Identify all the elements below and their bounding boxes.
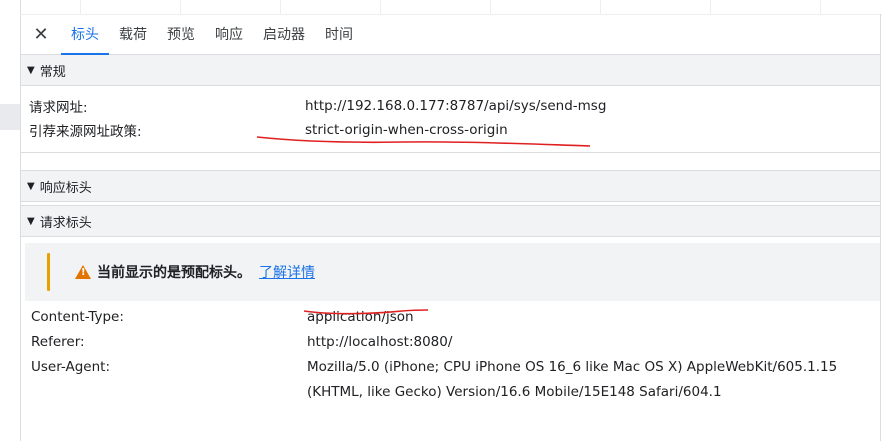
header-row: User-Agent: Mozilla/5.0 (iPhone; CPU iPh…	[21, 355, 880, 405]
user-agent-value[interactable]: Mozilla/5.0 (iPhone; CPU iPhone OS 16_6 …	[307, 355, 877, 405]
tab-response[interactable]: 响应	[205, 14, 253, 54]
content-type-value[interactable]: application/json	[307, 305, 877, 330]
header-row: Referer: http://localhost:8080/	[21, 330, 880, 355]
header-row: Content-Type: application/json	[21, 305, 880, 330]
referer-label: Referer:	[31, 334, 85, 350]
tab-initiator[interactable]: 启动器	[253, 14, 315, 54]
referer-value[interactable]: http://localhost:8080/	[307, 330, 877, 355]
request-list-strip[interactable]	[0, 0, 21, 441]
referrer-policy-label: 引荐来源网址政策:	[29, 124, 142, 140]
tab-bar: ✕ 标头 载荷 预览 响应 启动器 时间	[21, 14, 880, 55]
request-url-label: 请求网址:	[29, 100, 88, 116]
selected-request-highlight[interactable]	[0, 104, 20, 130]
tab-preview[interactable]: 预览	[157, 14, 205, 54]
devtools-network-detail: ✕ 标头 载荷 预览 响应 启动器 时间 ▼ 常规 请求网址: http://1…	[0, 0, 882, 441]
general-section: 请求网址: http://192.168.0.177:8787/api/sys/…	[21, 86, 880, 153]
response-headers-title: 响应标头	[39, 180, 92, 196]
kv-row: 请求网址: http://192.168.0.177:8787/api/sys/…	[21, 94, 880, 118]
tab-headers[interactable]: 标头	[61, 14, 109, 55]
request-headers-list: Content-Type: application/json Referer: …	[21, 301, 880, 405]
close-icon[interactable]: ✕	[21, 14, 61, 54]
referrer-policy-value[interactable]: strict-origin-when-cross-origin	[305, 122, 508, 138]
headers-panel: ✕ 标头 载荷 预览 响应 启动器 时间 ▼ 常规 请求网址: http://1…	[21, 14, 881, 441]
content-type-label: Content-Type:	[31, 309, 124, 325]
triangle-down-icon: ▼	[27, 180, 35, 192]
triangle-down-icon: ▼	[27, 64, 35, 76]
response-headers-section-header[interactable]: ▼ 响应标头	[21, 170, 880, 202]
kv-row: 引荐来源网址政策: strict-origin-when-cross-origi…	[21, 118, 880, 142]
general-section-header[interactable]: ▼ 常规	[21, 55, 880, 86]
timeline-ruler	[20, 0, 882, 15]
request-url-value[interactable]: http://192.168.0.177:8787/api/sys/send-m…	[305, 98, 606, 114]
general-title: 常规	[39, 64, 66, 80]
triangle-down-icon: ▼	[27, 215, 35, 227]
warning-accent-bar	[47, 253, 50, 291]
request-headers-title: 请求标头	[39, 215, 92, 231]
warning-text: 当前显示的是预配标头。	[97, 265, 251, 281]
provisional-headers-warning: 当前显示的是预配标头。 了解详情	[25, 243, 880, 301]
user-agent-label: User-Agent:	[31, 359, 110, 375]
warning-content: 当前显示的是预配标头。 了解详情	[75, 243, 315, 301]
warning-icon	[75, 265, 91, 279]
tab-timing[interactable]: 时间	[315, 14, 363, 54]
tab-payload[interactable]: 载荷	[109, 14, 157, 54]
request-headers-section-header[interactable]: ▼ 请求标头	[21, 205, 880, 237]
learn-more-link[interactable]: 了解详情	[259, 262, 315, 282]
